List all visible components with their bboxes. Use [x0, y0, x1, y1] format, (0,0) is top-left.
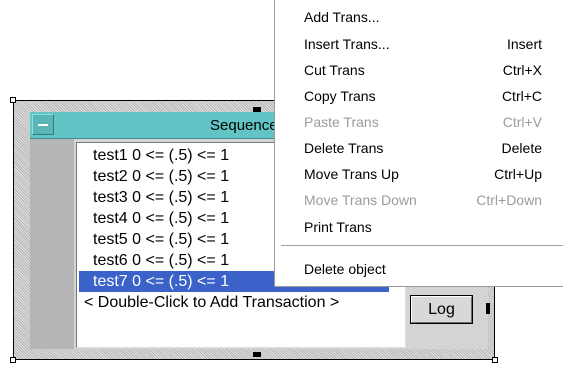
menu-item-move-down: Move Trans Down Ctrl+Down	[275, 188, 563, 212]
context-menu: Add Trans... Insert Trans... Insert Cut Tra…	[274, 0, 563, 287]
menu-item-label: Copy Trans	[304, 88, 376, 104]
menu-item-delete-object[interactable]: Delete object	[275, 257, 563, 281]
menu-item-insert[interactable]: Insert Trans... Insert	[275, 32, 563, 56]
transaction-row[interactable]: test2 0 <= (.5) <= 1	[79, 166, 229, 187]
menu-item-print[interactable]: Print Trans	[275, 215, 563, 239]
transaction-row[interactable]: test4 0 <= (.5) <= 1	[79, 208, 229, 229]
menu-item-label: Paste Trans	[304, 114, 379, 130]
menu-item-delete[interactable]: Delete Trans Delete	[275, 136, 563, 160]
menu-item-add[interactable]: Add Trans...	[275, 5, 563, 29]
menu-item-copy[interactable]: Copy Trans Ctrl+C	[275, 84, 563, 108]
menu-item-label: Move Trans Down	[304, 192, 417, 208]
transaction-row[interactable]: test6 0 <= (.5) <= 1	[79, 250, 229, 271]
menu-item-cut[interactable]: Cut Trans Ctrl+X	[275, 58, 563, 82]
menu-item-shortcut: Ctrl+Down	[476, 192, 542, 208]
add-transaction-hint[interactable]: < Double-Click to Add Transaction >	[79, 292, 339, 313]
menu-item-shortcut: Ctrl+V	[502, 114, 542, 130]
menu-item-label: Delete object	[304, 261, 386, 277]
resize-handle-bottom-right[interactable]	[492, 357, 498, 363]
menu-item-label: Cut Trans	[304, 62, 365, 78]
minus-icon	[38, 124, 48, 126]
menu-item-label: Delete Trans	[304, 140, 384, 156]
menu-item-move-up[interactable]: Move Trans Up Ctrl+Up	[275, 162, 563, 186]
sequencer-title: Sequencer	[210, 117, 283, 134]
resize-handle-top-left[interactable]	[10, 97, 16, 103]
menu-item-label: Move Trans Up	[304, 166, 399, 182]
output-pin[interactable]	[486, 303, 490, 314]
resize-handle-bottom-left[interactable]	[10, 357, 16, 363]
menu-item-shortcut: Ctrl+C	[501, 88, 542, 104]
pin-strip	[30, 139, 74, 349]
menu-item-paste: Paste Trans Ctrl+V	[275, 110, 563, 134]
menu-item-label: Print Trans	[304, 219, 372, 235]
resize-handle-bottom-middle[interactable]	[253, 352, 261, 357]
transaction-row[interactable]: test1 0 <= (.5) <= 1	[79, 145, 229, 166]
transaction-row[interactable]: test5 0 <= (.5) <= 1	[79, 229, 229, 250]
log-button[interactable]: Log	[410, 295, 473, 324]
transaction-row[interactable]: test3 0 <= (.5) <= 1	[79, 187, 229, 208]
menu-item-shortcut: Ctrl+Up	[494, 166, 542, 182]
menu-item-label: Insert Trans...	[304, 36, 390, 52]
menu-item-shortcut: Ctrl+X	[502, 62, 542, 78]
menu-item-label: Add Trans...	[304, 9, 380, 25]
menu-item-shortcut: Delete	[501, 140, 542, 156]
menu-item-shortcut: Insert	[506, 36, 542, 52]
menu-separator	[281, 245, 563, 247]
collapse-button[interactable]	[32, 114, 54, 135]
